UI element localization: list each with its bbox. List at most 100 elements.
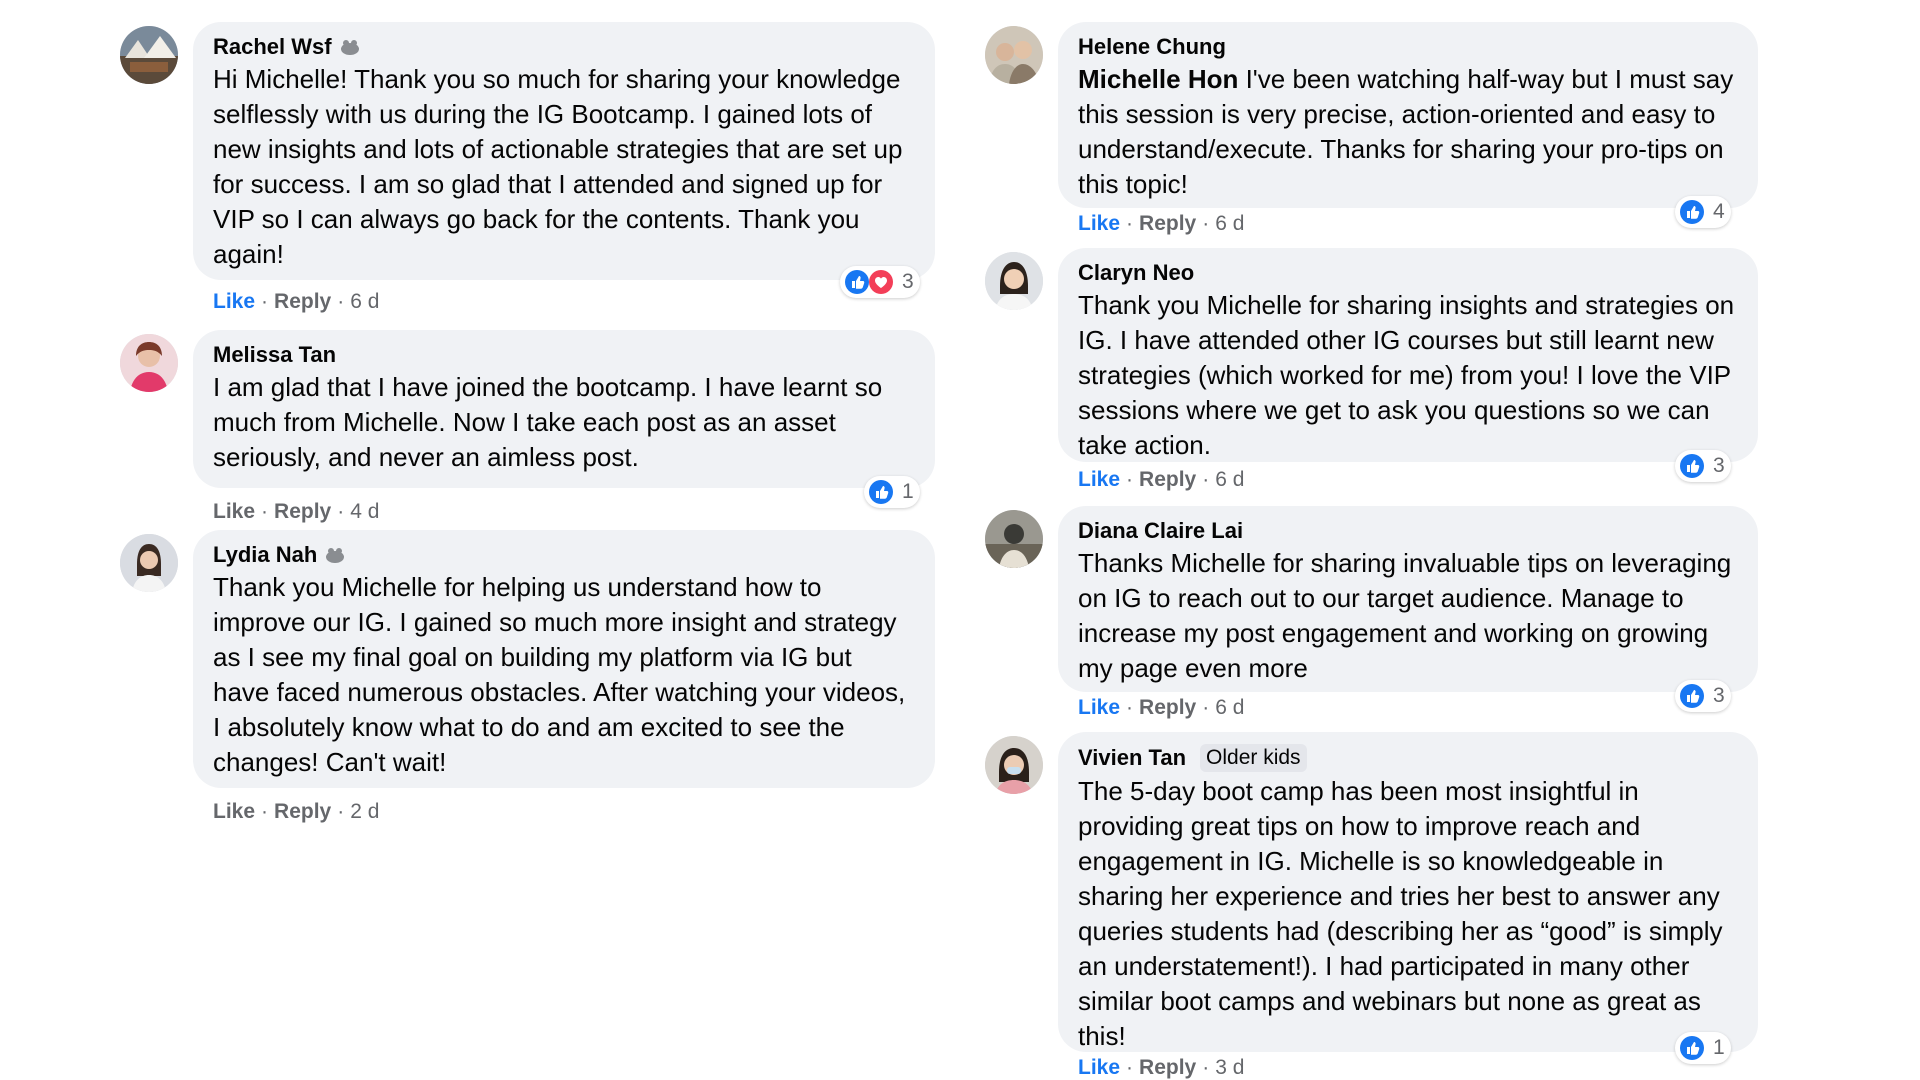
comment-author[interactable]: Vivien Tan Older kids xyxy=(1078,744,1738,772)
reactions-summary[interactable]: 4 xyxy=(1675,196,1731,228)
thumbs-up-icon xyxy=(1680,1036,1704,1060)
comment-author[interactable]: Melissa Tan xyxy=(213,342,915,368)
reply-button[interactable]: Reply xyxy=(274,800,331,824)
comment-text: Thank you Michelle for helping us unders… xyxy=(213,572,906,777)
separator: · xyxy=(261,800,269,823)
reply-button[interactable]: Reply xyxy=(1139,1056,1196,1080)
separator: · xyxy=(1126,1056,1134,1079)
reaction-count: 3 xyxy=(902,270,914,293)
comment-bubble: Rachel Wsf Hi Michelle! Thank you so muc… xyxy=(193,22,935,280)
separator: · xyxy=(1202,468,1210,491)
comment-text: Hi Michelle! Thank you so much for shari… xyxy=(213,64,903,269)
separator: · xyxy=(261,500,269,523)
like-button[interactable]: Like xyxy=(1078,1056,1120,1080)
comment-bubble: Diana Claire Lai Thanks Michelle for sha… xyxy=(1058,506,1758,692)
like-button[interactable]: Like xyxy=(213,290,255,314)
reaction-count: 3 xyxy=(1713,684,1725,707)
reactions-summary[interactable]: 1 xyxy=(864,476,920,508)
like-button[interactable]: Like xyxy=(213,500,255,524)
separator: · xyxy=(337,500,345,523)
comment-text: Michelle Hon I've been watching half-way… xyxy=(1078,62,1738,202)
member-badge[interactable]: Older kids xyxy=(1200,744,1307,772)
comment-actions: Like · Reply · 6 d xyxy=(1078,696,1244,720)
comment-bubble: Lydia Nah Thank you Michelle for helping… xyxy=(193,530,935,788)
reactions-summary[interactable]: 3 xyxy=(1675,450,1731,482)
comment-bubble: Melissa Tan I am glad that I have joined… xyxy=(193,330,935,488)
thumbs-up-icon xyxy=(845,270,869,294)
top-fan-icon xyxy=(326,548,345,563)
comment-bubble: Claryn Neo Thank you Michelle for sharin… xyxy=(1058,248,1758,462)
comment-actions: Like · Reply · 6 d xyxy=(1078,468,1244,492)
reactions-summary[interactable]: 3 xyxy=(840,266,920,298)
author-name[interactable]: Claryn Neo xyxy=(1078,260,1194,286)
comment-timestamp[interactable]: 4 d xyxy=(350,500,379,524)
avatar[interactable] xyxy=(985,510,1043,568)
mention-link[interactable]: Michelle Hon xyxy=(1078,64,1238,94)
separator: · xyxy=(261,290,269,313)
comment-author[interactable]: Rachel Wsf xyxy=(213,34,915,60)
reply-button[interactable]: Reply xyxy=(1139,468,1196,492)
author-name[interactable]: Lydia Nah xyxy=(213,542,317,568)
reactions-summary[interactable]: 3 xyxy=(1675,680,1731,712)
reactions-summary[interactable]: 1 xyxy=(1675,1032,1731,1064)
separator: · xyxy=(1202,1056,1210,1079)
comment-text: The 5-day boot camp has been most insigh… xyxy=(1078,776,1723,1051)
heart-icon xyxy=(869,270,893,294)
comment-bubble: Helene Chung Michelle Hon I've been watc… xyxy=(1058,22,1758,208)
separator: · xyxy=(1202,212,1210,235)
reaction-count: 1 xyxy=(902,480,914,503)
comment-timestamp[interactable]: 6 d xyxy=(1215,468,1244,492)
comment-timestamp[interactable]: 6 d xyxy=(1215,696,1244,720)
thumbs-up-icon xyxy=(1680,454,1704,478)
comment-author[interactable]: Claryn Neo xyxy=(1078,260,1738,286)
reply-button[interactable]: Reply xyxy=(274,290,331,314)
comment-text: Thanks Michelle for sharing invaluable t… xyxy=(1078,548,1732,683)
comment-actions: Like · Reply · 6 d xyxy=(213,290,379,314)
like-button[interactable]: Like xyxy=(1078,696,1120,720)
separator: · xyxy=(1126,212,1134,235)
avatar[interactable] xyxy=(120,334,178,392)
comment-text: I am glad that I have joined the bootcam… xyxy=(213,372,883,472)
reply-button[interactable]: Reply xyxy=(274,500,331,524)
top-fan-icon xyxy=(340,40,359,55)
comment-actions: Like · Reply · 6 d xyxy=(1078,212,1244,236)
author-name[interactable]: Rachel Wsf xyxy=(213,34,332,60)
like-button[interactable]: Like xyxy=(1078,212,1120,236)
comment-timestamp[interactable]: 6 d xyxy=(350,290,379,314)
comment-actions: Like · Reply · 3 d xyxy=(1078,1056,1244,1080)
author-name[interactable]: Helene Chung xyxy=(1078,34,1226,60)
separator: · xyxy=(337,290,345,313)
thumbs-up-icon xyxy=(869,480,893,504)
thumbs-up-icon xyxy=(1680,200,1704,224)
comment-bubble: Vivien Tan Older kids The 5-day boot cam… xyxy=(1058,732,1758,1052)
avatar[interactable] xyxy=(985,736,1043,794)
thumbs-up-icon xyxy=(1680,684,1704,708)
comment-timestamp[interactable]: 6 d xyxy=(1215,212,1244,236)
comment-text: Thank you Michelle for sharing insights … xyxy=(1078,290,1735,460)
separator: · xyxy=(1126,468,1134,491)
like-button[interactable]: Like xyxy=(1078,468,1120,492)
avatar[interactable] xyxy=(985,26,1043,84)
comment-author[interactable]: Lydia Nah xyxy=(213,542,915,568)
separator: · xyxy=(337,800,345,823)
avatar[interactable] xyxy=(120,534,178,592)
separator: · xyxy=(1202,696,1210,719)
comment-actions: Like · Reply · 2 d xyxy=(213,800,379,824)
avatar[interactable] xyxy=(985,252,1043,310)
reaction-count: 4 xyxy=(1713,200,1725,223)
comment-author[interactable]: Diana Claire Lai xyxy=(1078,518,1738,544)
comment-actions: Like · Reply · 4 d xyxy=(213,500,379,524)
author-name[interactable]: Vivien Tan xyxy=(1078,745,1186,771)
separator: · xyxy=(1126,696,1134,719)
author-name[interactable]: Melissa Tan xyxy=(213,342,336,368)
reaction-count: 3 xyxy=(1713,454,1725,477)
reply-button[interactable]: Reply xyxy=(1139,212,1196,236)
reaction-count: 1 xyxy=(1713,1036,1725,1059)
comment-timestamp[interactable]: 3 d xyxy=(1215,1056,1244,1080)
comment-author[interactable]: Helene Chung xyxy=(1078,34,1738,60)
avatar[interactable] xyxy=(120,26,178,84)
reply-button[interactable]: Reply xyxy=(1139,696,1196,720)
like-button[interactable]: Like xyxy=(213,800,255,824)
author-name[interactable]: Diana Claire Lai xyxy=(1078,518,1243,544)
comment-timestamp[interactable]: 2 d xyxy=(350,800,379,824)
